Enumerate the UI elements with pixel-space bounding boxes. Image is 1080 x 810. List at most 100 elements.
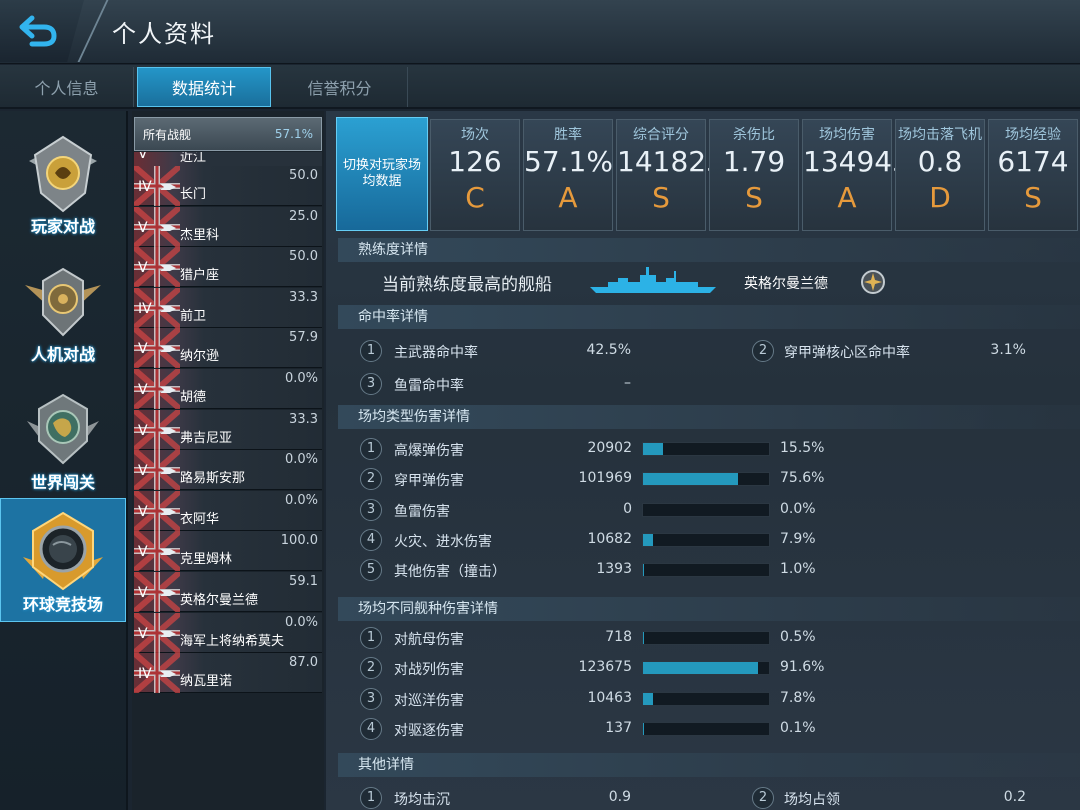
nav-pve[interactable]: 人机对战 bbox=[0, 249, 126, 373]
back-button[interactable] bbox=[0, 0, 84, 62]
nav-arena-label: 环球竞技场 bbox=[22, 595, 103, 614]
hitrate-num-1: 1 bbox=[360, 340, 382, 362]
row-bar bbox=[642, 442, 770, 456]
row-value: 1393 bbox=[596, 561, 632, 578]
stat-grade: S bbox=[1024, 181, 1042, 214]
other-num-1: 1 bbox=[360, 787, 382, 809]
partial-ship-row[interactable]: V 近江 bbox=[134, 152, 322, 166]
ship-winrate: 59.1 bbox=[289, 574, 318, 589]
nav-arena[interactable]: 环球竞技场 bbox=[0, 498, 126, 622]
ship-row[interactable]: V 克里姆林 100.0 bbox=[134, 531, 322, 572]
ship-row[interactable]: V 杰里科 25.0 bbox=[134, 206, 322, 247]
tab-bar: 个人信息 数据统计 信誉积分 bbox=[0, 65, 1080, 109]
ship-row[interactable]: IV 长门 50.0 bbox=[134, 166, 322, 206]
switch-player-avg-button[interactable]: 切换对玩家场均数据 bbox=[336, 117, 428, 231]
nav-pvp[interactable]: 玩家对战 bbox=[0, 121, 126, 245]
ship-winrate: 100.0 bbox=[280, 533, 318, 549]
ship-name: 弗吉尼亚 bbox=[180, 430, 233, 446]
row-value: 0 bbox=[623, 500, 632, 517]
row-bar bbox=[642, 721, 770, 736]
other-num-2: 2 bbox=[752, 787, 774, 809]
row-label: 高爆弹伤害 bbox=[394, 443, 464, 459]
row-label: 对航母伤害 bbox=[394, 632, 464, 648]
stat-value: 57.1% bbox=[524, 145, 613, 178]
ship-row[interactable]: V 猎户座 50.0 bbox=[134, 247, 322, 288]
row-number: 5 bbox=[360, 559, 382, 582]
hitrate-ap-core-value: 3.1% bbox=[990, 342, 1026, 358]
ship-name: 前卫 bbox=[180, 308, 207, 324]
ship-row[interactable]: V 弗吉尼亚 33.3 bbox=[134, 409, 322, 450]
ship-list: 所有战舰 57.1% V 近江 IV 长门 50.0 V 杰里科 25.0 V 猎户座 50.0… bbox=[132, 111, 324, 810]
all-ships-row[interactable]: 所有战舰 57.1% bbox=[134, 117, 322, 151]
proficiency-section-title: 熟练度详情 bbox=[338, 238, 1080, 262]
row-bar bbox=[642, 661, 770, 676]
ship-name: 衣阿华 bbox=[180, 511, 220, 527]
battleship-class-icon bbox=[160, 427, 176, 434]
ship-tier: V bbox=[138, 585, 148, 601]
stat-label: 场次 bbox=[461, 127, 489, 143]
stat-box: 场次 126 C bbox=[430, 119, 520, 231]
ship-row[interactable]: V 胡德 0.0% bbox=[134, 369, 322, 409]
pve-emblem-icon bbox=[25, 267, 101, 337]
nav-pve-label: 人机对战 bbox=[30, 345, 95, 364]
ship-name: 杰里科 bbox=[180, 227, 220, 243]
ship-winrate: 50.0 bbox=[289, 249, 318, 265]
ship-winrate: 33.3 bbox=[289, 289, 318, 305]
ship-row[interactable]: V 纳尔逊 57.9 bbox=[134, 328, 322, 369]
row-bar-fill bbox=[643, 533, 653, 546]
stat-box: 杀伤比 1.79 S bbox=[709, 119, 799, 231]
row-value: 10682 bbox=[587, 530, 632, 547]
row-number: 2 bbox=[360, 657, 382, 680]
ship-tier: V bbox=[138, 260, 148, 277]
hitrate-main-label: 主武器命中率 bbox=[394, 345, 478, 361]
ship-tier: V bbox=[138, 503, 148, 520]
all-ships-winrate: 57.1% bbox=[274, 127, 313, 141]
ship-tier: IV bbox=[138, 300, 152, 317]
stat-value: 126 bbox=[448, 145, 502, 178]
row-label: 对驱逐伤害 bbox=[394, 722, 464, 739]
other-capture-label: 场均占领 bbox=[784, 792, 840, 808]
ship-row[interactable]: V 路易斯安那 0.0% bbox=[134, 450, 322, 491]
ship-name: 克里姆林 bbox=[180, 552, 233, 568]
row-bar bbox=[642, 563, 770, 578]
tab-credit-score[interactable]: 信誉积分 bbox=[272, 67, 408, 107]
other-section-title: 其他详情 bbox=[338, 753, 1080, 777]
row-number: 1 bbox=[360, 627, 382, 649]
ship-tier: V bbox=[138, 625, 148, 642]
ship-row[interactable]: IV 前卫 33.3 bbox=[134, 287, 322, 328]
row-bar bbox=[642, 472, 770, 487]
battleship-class-icon bbox=[160, 630, 176, 637]
row-percent: 91.6% bbox=[780, 659, 825, 676]
ship-tier: V bbox=[138, 341, 148, 358]
ship-row[interactable]: V 海军上将纳希莫夫 0.0% bbox=[134, 612, 322, 653]
ship-winrate: 87.0 bbox=[289, 655, 318, 671]
row-percent: 0.5% bbox=[780, 629, 816, 645]
row-percent: 1.0% bbox=[780, 561, 816, 578]
ship-name: 纳尔逊 bbox=[180, 349, 220, 365]
ship-winrate: 0.0% bbox=[284, 492, 318, 508]
ship-name: 海军上将纳希莫夫 bbox=[180, 633, 285, 649]
battleship-class-icon bbox=[160, 265, 176, 272]
ship-tier: V bbox=[138, 382, 148, 398]
battleship-class-icon bbox=[160, 305, 176, 312]
ship-row[interactable]: IV 纳瓦里诺 87.0 bbox=[134, 653, 322, 694]
world-emblem-icon bbox=[27, 393, 99, 465]
stat-value: 0.8 bbox=[917, 145, 963, 178]
stats-panel: 切换对玩家场均数据 场次 126 C 胜率 57.1% A 综合评分 141825 S 杀伤比 1.… bbox=[326, 111, 1080, 810]
stat-label: 场均伤害 bbox=[819, 127, 875, 143]
row-percent: 7.8% bbox=[780, 689, 816, 706]
tab-personal-info[interactable]: 个人信息 bbox=[0, 67, 134, 107]
row-number: 1 bbox=[360, 438, 382, 460]
battleship-class-icon bbox=[160, 590, 176, 596]
row-value: 10463 bbox=[587, 689, 632, 706]
ship-row[interactable]: V 衣阿华 0.0% bbox=[134, 490, 322, 531]
row-value: 101969 bbox=[578, 470, 632, 487]
ship-row[interactable]: V 英格尔曼兰德 59.1 bbox=[134, 572, 322, 612]
ship-name: 路易斯安那 bbox=[180, 471, 246, 487]
pvp-emblem-icon bbox=[29, 135, 97, 213]
row-bar-fill bbox=[643, 692, 653, 705]
nav-world[interactable]: 世界闯关 bbox=[0, 377, 126, 501]
tab-data-stats[interactable]: 数据统计 bbox=[137, 67, 271, 107]
row-label: 其他伤害（撞击） bbox=[394, 564, 506, 581]
row-bar-fill bbox=[643, 443, 663, 455]
